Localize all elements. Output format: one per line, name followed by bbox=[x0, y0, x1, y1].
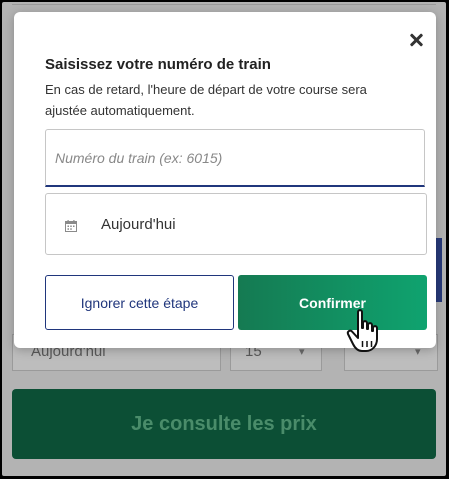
train-number-modal: Saisissez votre numéro de train En cas d… bbox=[14, 12, 436, 348]
date-value: Aujourd'hui bbox=[101, 216, 176, 233]
confirm-button[interactable]: Confirmer bbox=[238, 275, 427, 330]
modal-description: En cas de retard, l'heure de départ de v… bbox=[45, 82, 367, 118]
background-divider bbox=[12, 4, 436, 5]
skip-button[interactable]: Ignorer cette étape bbox=[45, 275, 234, 330]
app-frame: Aujourd'hui 15 ▾ ▾ Je consulte les prix … bbox=[2, 2, 446, 476]
close-icon[interactable] bbox=[405, 30, 427, 52]
background-search-prices-button: Je consulte les prix bbox=[12, 389, 436, 459]
skip-button-label: Ignorer cette étape bbox=[80, 294, 199, 311]
train-number-input[interactable] bbox=[45, 129, 425, 187]
date-field[interactable]: Aujourd'hui bbox=[45, 193, 427, 255]
hand-pointer-icon bbox=[346, 309, 378, 352]
modal-title: Saisissez votre numéro de train bbox=[45, 56, 271, 73]
background-cta-label: Je consulte les prix bbox=[131, 412, 317, 435]
calendar-icon bbox=[65, 220, 77, 232]
